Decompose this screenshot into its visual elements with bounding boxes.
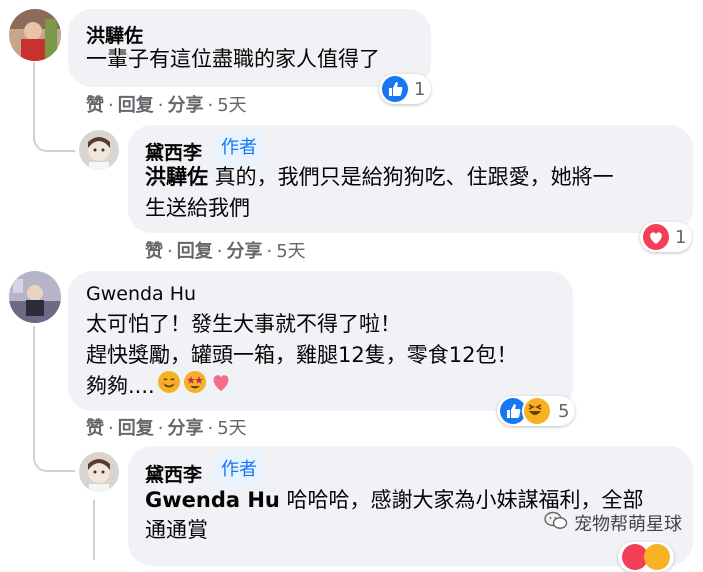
timestamp[interactable]: 5天 <box>217 95 246 116</box>
like-button[interactable]: 赞 <box>86 95 104 116</box>
reply-actions: 赞 · 回复 · 分享 · 5天 <box>145 241 306 262</box>
share-button[interactable]: 分享 <box>226 241 262 262</box>
watermark: 宠物帮萌星球 <box>544 510 682 536</box>
timestamp[interactable]: 5天 <box>276 241 305 262</box>
comment-actions: 赞 · 回复 · 分享 · 5天 <box>86 418 247 439</box>
reply-text-line: 洪驊佐 真的，我們只是給狗狗吃、住跟愛，她將一 <box>145 165 614 189</box>
reply-button[interactable]: 回复 <box>118 418 154 439</box>
reply-text-line: 通通賞 <box>145 518 208 542</box>
comment-actions: 赞 · 回复 · 分享 · 5天 <box>86 95 247 116</box>
haha-icon <box>644 544 670 570</box>
reply-button[interactable]: 回复 <box>177 241 213 262</box>
timestamp[interactable]: 5天 <box>217 418 246 439</box>
like-button[interactable]: 赞 <box>145 241 163 262</box>
reaction-summary[interactable]: 5 <box>497 396 576 426</box>
reaction-count: 1 <box>414 78 426 100</box>
avatar[interactable] <box>9 271 61 323</box>
wechat-icon <box>544 511 568 536</box>
mention-link[interactable]: Gwenda Hu <box>145 488 280 512</box>
mention-link[interactable]: 洪驊佐 <box>145 165 208 189</box>
reply-author[interactable]: 黛西李 <box>145 138 202 165</box>
haha-icon <box>522 396 552 426</box>
smile-emoji-icon <box>157 370 181 403</box>
comment-text: 一輩子有這位盡職的家人值得了 <box>86 47 380 71</box>
star-struck-emoji-icon <box>183 370 207 403</box>
thread-line <box>33 326 35 446</box>
comment-author[interactable]: Gwenda Hu <box>86 283 196 305</box>
reaction-count: 1 <box>675 226 687 248</box>
reply-text-line: 生送給我們 <box>145 196 250 220</box>
avatar[interactable] <box>79 452 119 492</box>
reaction-count: 5 <box>558 400 570 422</box>
avatar[interactable] <box>9 9 61 61</box>
comment-text-line: 趕快獎勵，罐頭一箱，雞腿12隻，零食12包！ <box>86 343 518 367</box>
share-button[interactable]: 分享 <box>167 95 203 116</box>
thread-elbow <box>33 110 75 152</box>
heart-emoji-icon <box>209 370 233 403</box>
thread-line <box>93 500 95 560</box>
reply-button[interactable]: 回复 <box>118 95 154 116</box>
like-button[interactable]: 赞 <box>86 418 104 439</box>
love-icon <box>643 224 669 250</box>
comment-text-line: 夠夠.... <box>86 370 233 403</box>
reaction-summary[interactable] <box>618 542 674 572</box>
avatar[interactable] <box>79 130 119 170</box>
comment-text-line: 太可怕了！發生大事就不得了啦！ <box>86 312 401 336</box>
reaction-summary[interactable]: 1 <box>379 74 432 104</box>
reply-author[interactable]: 黛西李 <box>145 460 202 487</box>
reaction-summary[interactable]: 1 <box>640 222 693 252</box>
watermark-text: 宠物帮萌星球 <box>574 514 682 535</box>
author-badge: 作者 <box>215 133 263 163</box>
like-icon <box>382 76 408 102</box>
thread-elbow <box>33 430 75 472</box>
share-button[interactable]: 分享 <box>167 418 203 439</box>
author-badge: 作者 <box>215 455 263 485</box>
